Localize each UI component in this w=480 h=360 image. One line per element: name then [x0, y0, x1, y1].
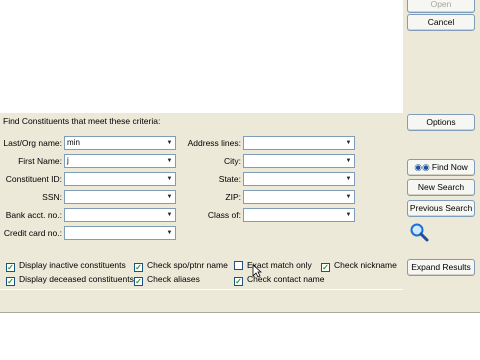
- city-label: City:: [224, 156, 241, 166]
- check-nickname-checkbox[interactable]: ✓ Check nickname: [321, 260, 397, 272]
- state-field[interactable]: ▼: [243, 172, 355, 186]
- last-org-name-label: Last/Org name:: [3, 138, 62, 148]
- chevron-down-icon[interactable]: ▼: [343, 209, 354, 221]
- credit-card-field[interactable]: ▼: [64, 226, 176, 240]
- display-deceased-checkbox[interactable]: ✓ Display deceased constituents: [6, 274, 134, 286]
- button-column: Open Cancel Options ◉◉ Find Now New Searc…: [403, 0, 480, 312]
- binoculars-icon: ◉◉: [414, 162, 430, 172]
- chevron-down-icon[interactable]: ▼: [343, 155, 354, 167]
- find-now-button[interactable]: ◉◉ Find Now: [407, 159, 475, 176]
- new-search-button[interactable]: New Search: [407, 179, 475, 196]
- chevron-down-icon[interactable]: ▼: [164, 155, 175, 167]
- last-org-name-field[interactable]: min ▼: [64, 136, 176, 150]
- constituent-id-label: Constituent ID:: [5, 174, 62, 184]
- chevron-down-icon[interactable]: ▼: [164, 137, 175, 149]
- check-aliases-checkbox[interactable]: ✓ Check aliases: [134, 274, 200, 286]
- check-mark-icon[interactable]: ✓: [321, 263, 330, 272]
- find-constituent-dialog: Open Cancel Options ◉◉ Find Now New Searc…: [0, 0, 480, 312]
- chevron-down-icon[interactable]: ▼: [343, 191, 354, 203]
- check-mark-icon[interactable]: ✓: [134, 263, 143, 272]
- bank-acct-label: Bank acct. no.:: [5, 210, 62, 220]
- check-mark-icon[interactable]: ✓: [134, 277, 143, 286]
- mouse-cursor-icon: [252, 264, 262, 278]
- check-mark-icon[interactable]: ✓: [6, 263, 15, 272]
- chevron-down-icon[interactable]: ▼: [164, 209, 175, 221]
- chevron-down-icon[interactable]: ▼: [343, 173, 354, 185]
- check-mark-icon[interactable]: ✓: [234, 277, 243, 286]
- address-lines-field[interactable]: ▼: [243, 136, 355, 150]
- address-lines-label: Address lines:: [187, 138, 241, 148]
- ssn-label: SSN:: [42, 192, 62, 202]
- check-spo-ptnr-checkbox[interactable]: ✓ Check spo/ptnr name: [134, 260, 228, 272]
- window-bottom-border: [0, 312, 480, 313]
- chevron-down-icon[interactable]: ▼: [164, 227, 175, 239]
- chevron-down-icon[interactable]: ▼: [164, 191, 175, 203]
- city-field[interactable]: ▼: [243, 154, 355, 168]
- results-list[interactable]: [0, 0, 404, 113]
- exact-match-checkbox[interactable]: Exact match only: [234, 260, 312, 270]
- ssn-field[interactable]: ▼: [64, 190, 176, 204]
- bank-acct-field[interactable]: ▼: [64, 208, 176, 222]
- chevron-down-icon[interactable]: ▼: [343, 137, 354, 149]
- zip-field[interactable]: ▼: [243, 190, 355, 204]
- open-button[interactable]: Open: [407, 0, 475, 13]
- first-name-field[interactable]: j ▼: [64, 154, 176, 168]
- check-mark-icon[interactable]: ✓: [6, 277, 15, 286]
- cancel-button[interactable]: Cancel: [407, 14, 475, 31]
- credit-card-label: Credit card no.:: [3, 228, 62, 238]
- display-inactive-checkbox[interactable]: ✓ Display inactive constituents: [6, 260, 126, 272]
- first-name-label: First Name:: [18, 156, 62, 166]
- class-of-field[interactable]: ▼: [243, 208, 355, 222]
- options-button[interactable]: Options: [407, 114, 475, 131]
- criteria-title: Find Constituents that meet these criter…: [3, 116, 161, 126]
- check-contact-name-checkbox[interactable]: ✓ Check contact name: [234, 274, 324, 286]
- state-label: State:: [218, 174, 241, 184]
- previous-search-button[interactable]: Previous Search: [407, 200, 475, 217]
- magnifier-icon: [410, 223, 429, 242]
- zip-label: ZIP:: [225, 192, 241, 202]
- chevron-down-icon[interactable]: ▼: [164, 173, 175, 185]
- constituent-id-field[interactable]: ▼: [64, 172, 176, 186]
- separator: [0, 289, 403, 290]
- expand-results-button[interactable]: Expand Results: [407, 259, 475, 276]
- class-of-label: Class of:: [207, 210, 241, 220]
